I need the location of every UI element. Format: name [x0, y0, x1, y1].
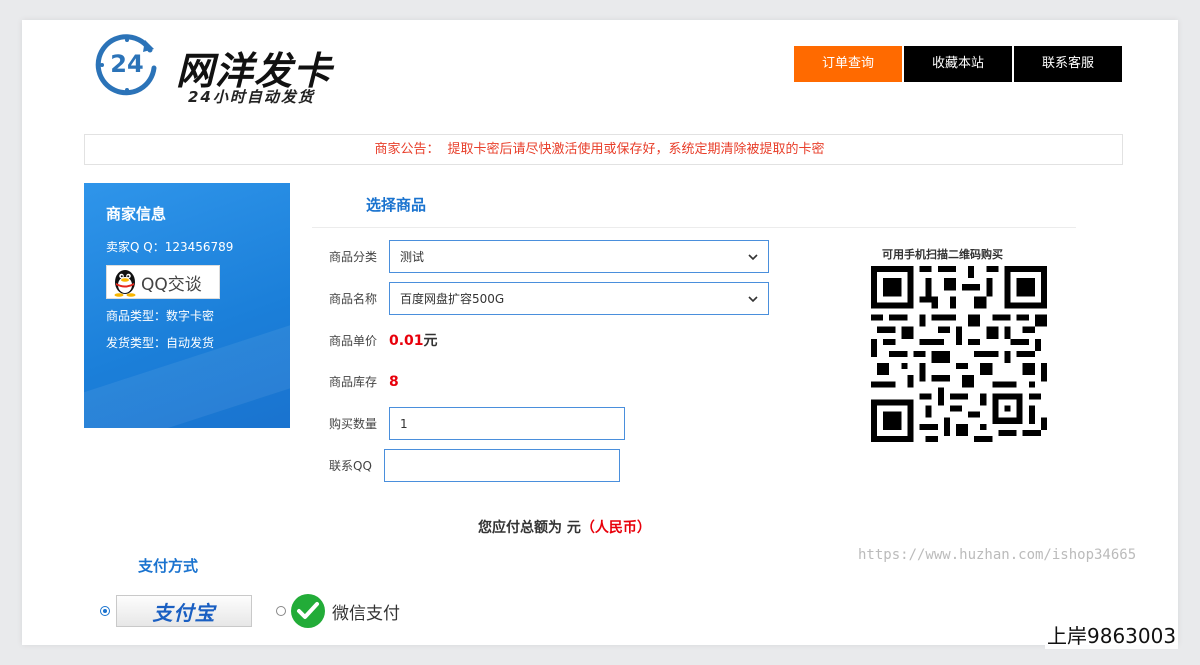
qr-caption: 可用手机扫描二维码购买: [882, 248, 1003, 261]
total-prefix: 您应付总额为 元: [478, 520, 581, 536]
quantity-input[interactable]: 1: [389, 407, 625, 440]
category-select[interactable]: 测试: [389, 240, 769, 273]
alipay-logo-text: 支付宝: [152, 600, 216, 625]
bookmark-site-button[interactable]: 收藏本站: [904, 46, 1012, 82]
product-name-label: 商品名称: [329, 292, 378, 306]
seller-info-panel: 商家信息 卖家Q Q：123456789 QQ交谈 商品类型：数字卡密 发货类型…: [84, 183, 290, 428]
product-name-value: 百度网盘扩容500G: [400, 292, 505, 306]
qq-chat-label: QQ交谈: [141, 274, 202, 295]
select-product-title: 选择商品: [366, 196, 427, 214]
contact-qq-label: 联系QQ: [329, 459, 372, 473]
price-unit: 元: [423, 333, 438, 349]
page: 24 网洋发卡 24小时自动发货 订单查询 收藏本站 联系客服 商家公告： 提取卡…: [22, 20, 1178, 645]
qq-chat-button[interactable]: QQ交谈: [106, 265, 220, 299]
total-currency: （人民币）: [580, 520, 651, 536]
payment-method-title: 支付方式: [138, 557, 199, 575]
chevron-down-icon: [748, 253, 758, 260]
stock-label: 商品库存: [329, 375, 378, 389]
quantity-label: 购买数量: [329, 417, 378, 431]
contact-qq-input[interactable]: [384, 449, 620, 482]
stock-value: 8: [389, 373, 399, 390]
wechat-pay-radio[interactable]: [276, 606, 286, 616]
notice-text: 提取卡密后请尽快激活使用或保存好，系统定期清除被提取的卡密: [447, 142, 825, 157]
wechat-pay-label: 微信支付: [332, 603, 400, 624]
watermark-url: https://www.huzhan.com/ishop34665: [858, 547, 1137, 563]
total-amount: 您应付总额为 元（人民币）: [478, 517, 651, 537]
seller-ship-type: 发货类型：自动发货: [106, 336, 215, 350]
chevron-down-icon: [748, 295, 758, 302]
seller-product-type: 商品类型：数字卡密: [106, 309, 215, 323]
alipay-radio[interactable]: [100, 606, 110, 616]
price-row: 商品单价 0.01元: [329, 330, 438, 350]
notice-label: 商家公告：: [374, 142, 440, 157]
wechat-pay-icon: [291, 594, 325, 628]
qq-penguin-icon: [114, 270, 136, 297]
logo-subtitle: 24小时自动发货: [188, 88, 315, 106]
qr-code-image: [871, 266, 1047, 442]
product-name-row: 商品名称 百度网盘扩容500G: [329, 282, 769, 315]
top-nav: 订单查询 收藏本站 联系客服: [794, 46, 1124, 82]
payment-options: 支付宝 微信支付: [100, 593, 400, 629]
price-label: 商品单价: [329, 333, 378, 348]
merchant-notice: 商家公告： 提取卡密后请尽快激活使用或保存好，系统定期清除被提取的卡密: [84, 134, 1123, 165]
quantity-row: 购买数量 1: [329, 407, 625, 440]
site-logo[interactable]: 24 网洋发卡 24小时自动发货: [92, 30, 352, 106]
category-value: 测试: [400, 250, 425, 264]
seller-qq: 卖家Q Q：123456789: [106, 240, 234, 254]
logo-number: 24: [110, 50, 144, 78]
contact-qq-row: 联系QQ: [329, 449, 620, 482]
corner-watermark: 上岸9863003: [1045, 620, 1179, 649]
section-divider: [312, 227, 1076, 228]
alipay-option[interactable]: 支付宝: [116, 595, 252, 627]
stock-row: 商品库存 8: [329, 373, 399, 390]
category-label: 商品分类: [329, 250, 378, 264]
category-row: 商品分类 测试: [329, 240, 769, 273]
order-query-button[interactable]: 订单查询: [794, 46, 902, 82]
contact-support-button[interactable]: 联系客服: [1014, 46, 1122, 82]
price-amount: 0.01: [389, 333, 424, 349]
seller-info-title: 商家信息: [106, 205, 167, 223]
product-name-select[interactable]: 百度网盘扩容500G: [389, 282, 769, 315]
price-value: 0.01元: [389, 330, 438, 350]
wechat-pay-option[interactable]: 微信支付: [276, 593, 400, 629]
